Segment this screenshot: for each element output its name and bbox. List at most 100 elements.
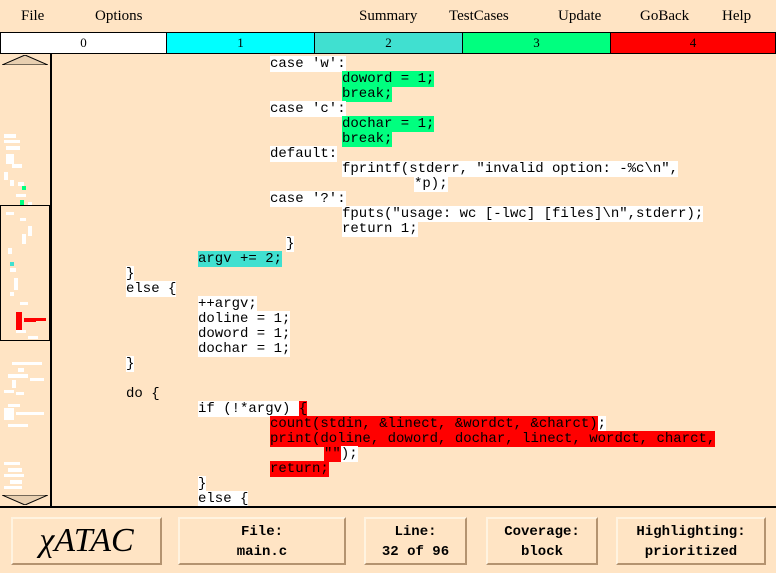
- file-overview-scrollbar[interactable]: [0, 54, 52, 506]
- code-segment: doline = 1;: [198, 311, 291, 327]
- file-panel: File: main.c: [178, 517, 346, 565]
- legend-4[interactable]: 4: [610, 32, 776, 54]
- code-segment: doword = 1;: [198, 326, 291, 342]
- code-segment: return;: [270, 461, 329, 477]
- minimap-mark: [18, 368, 24, 372]
- code-segment: print(doline, doword, dochar, linect, wo…: [270, 431, 716, 447]
- code-line[interactable]: dochar = 1;: [342, 116, 435, 132]
- code-line[interactable]: case 'w':: [270, 56, 346, 72]
- coverage-value: block: [520, 544, 563, 560]
- minimap-mark: [6, 154, 14, 164]
- code-line[interactable]: }: [126, 266, 135, 282]
- code-line[interactable]: ++argv;: [198, 296, 257, 312]
- code-line[interactable]: return;: [270, 461, 329, 477]
- code-line[interactable]: argv += 2;: [198, 251, 283, 267]
- code-segment: fprintf(stderr, "invalid option: -%c\n",: [342, 161, 679, 177]
- code-line[interactable]: print(doline, doword, dochar, linect, wo…: [270, 431, 716, 447]
- overview-viewport-indicator[interactable]: [0, 205, 50, 341]
- minimap-mark: [6, 146, 20, 150]
- menu-bar: File Options Summary TestCases Update Go…: [0, 0, 776, 32]
- line-value: 32 of 96: [381, 544, 450, 560]
- line-panel: Line: 32 of 96: [364, 517, 467, 565]
- status-bar: χATAC File: main.c Line: 32 of 96 Covera…: [0, 506, 776, 573]
- code-line[interactable]: dochar = 1;: [198, 341, 291, 357]
- code-line[interactable]: return 1;: [342, 221, 418, 237]
- code-line[interactable]: }: [198, 476, 207, 492]
- legend-1[interactable]: 1: [166, 32, 314, 54]
- minimap-mark: [18, 182, 24, 186]
- code-segment: );: [340, 446, 358, 462]
- minimap-mark: [12, 380, 16, 388]
- minimap-mark: [16, 392, 24, 395]
- code-segment: }: [286, 236, 295, 252]
- code-line[interactable]: else {: [126, 281, 177, 297]
- code-segment: do {: [126, 386, 160, 402]
- source-code-view[interactable]: case 'w': doword = 1; break; case 'c': docha…: [54, 54, 776, 506]
- legend-3[interactable]: 3: [462, 32, 610, 54]
- code-line[interactable]: case 'c':: [270, 101, 346, 117]
- minimap-mark: [8, 424, 28, 427]
- menu-update[interactable]: Update: [558, 8, 601, 25]
- code-line[interactable]: break;: [342, 86, 393, 102]
- minimap-mark: [4, 140, 20, 143]
- code-line[interactable]: fputs("usage: wc [-lwc] [files]\n",stder…: [342, 206, 704, 222]
- code-segment: return 1;: [342, 221, 418, 237]
- code-segment: ++argv;: [198, 296, 257, 312]
- code-line[interactable]: break;: [342, 131, 393, 147]
- coverage-legend: 0 1 2 3 4: [0, 32, 776, 54]
- file-value: main.c: [236, 544, 288, 560]
- code-segment: "": [324, 446, 341, 462]
- code-line[interactable]: }: [286, 236, 295, 252]
- code-segment: case '?':: [270, 191, 346, 207]
- code-segment: argv += 2;: [198, 251, 283, 267]
- menu-help[interactable]: Help: [722, 8, 751, 25]
- code-line[interactable]: *p);: [414, 176, 448, 192]
- logo-panel: χATAC: [11, 517, 162, 565]
- code-line[interactable]: if (!*argv) {: [198, 401, 308, 417]
- code-segment: case 'c':: [270, 101, 346, 117]
- minimap-mark: [8, 468, 22, 472]
- code-segment: ;: [597, 416, 607, 432]
- coverage-label: Coverage:: [504, 524, 580, 540]
- code-line[interactable]: do {: [126, 387, 160, 402]
- code-segment: if (!*argv): [198, 401, 299, 417]
- menu-options[interactable]: Options: [95, 8, 143, 25]
- minimap-mark: [4, 462, 20, 465]
- code-line[interactable]: default:: [270, 146, 338, 162]
- code-line[interactable]: doline = 1;: [198, 311, 291, 327]
- minimap-mark: [10, 180, 14, 186]
- code-segment: break;: [342, 86, 393, 102]
- code-segment: break;: [342, 131, 393, 147]
- app-logo: χATAC: [39, 522, 134, 559]
- code-segment: {: [298, 401, 308, 417]
- code-line[interactable]: "");: [324, 446, 358, 462]
- menu-testcases[interactable]: TestCases: [449, 8, 509, 25]
- code-segment: default:: [270, 146, 338, 162]
- code-segment: case 'w':: [270, 56, 346, 72]
- minimap-mark: [8, 374, 28, 378]
- highlighting-panel: Highlighting: prioritized: [616, 517, 766, 565]
- minimap-mark: [4, 390, 14, 393]
- menu-summary[interactable]: Summary: [359, 8, 417, 25]
- code-line[interactable]: fprintf(stderr, "invalid option: -%c\n",: [342, 161, 679, 177]
- menu-file[interactable]: File: [21, 8, 44, 25]
- code-line[interactable]: doword = 1;: [342, 71, 435, 87]
- minimap-mark: [12, 164, 22, 168]
- code-line[interactable]: else {: [198, 491, 249, 506]
- minimap-mark: [8, 404, 20, 407]
- minimap-mark: [16, 194, 26, 197]
- coverage-panel: Coverage: block: [486, 517, 598, 565]
- scroll-down-arrow-icon[interactable]: [2, 495, 48, 505]
- highlighting-label: Highlighting:: [636, 524, 746, 540]
- code-segment: }: [126, 356, 135, 372]
- code-line[interactable]: }: [126, 356, 135, 372]
- scroll-up-arrow-icon[interactable]: [2, 55, 48, 65]
- file-label: File:: [240, 524, 283, 540]
- menu-goback[interactable]: GoBack: [640, 8, 689, 25]
- legend-2[interactable]: 2: [314, 32, 462, 54]
- code-line[interactable]: case '?':: [270, 191, 346, 207]
- code-segment: fputs("usage: wc [-lwc] [files]\n",stder…: [342, 206, 704, 222]
- code-line[interactable]: doword = 1;: [198, 326, 291, 342]
- legend-0[interactable]: 0: [0, 32, 166, 54]
- code-line[interactable]: count(stdin, &linect, &wordct, &charct);: [270, 416, 607, 432]
